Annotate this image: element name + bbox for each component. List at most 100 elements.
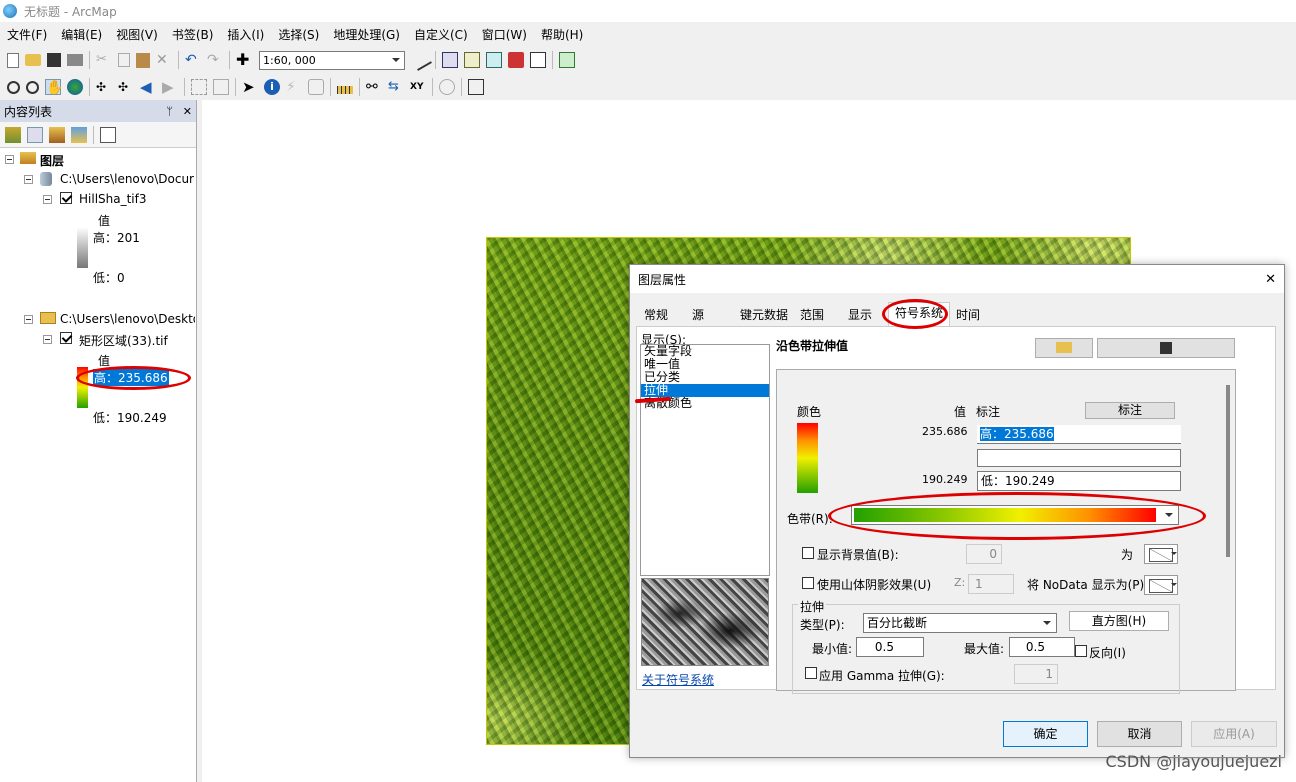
expander-source-1[interactable] (24, 175, 33, 184)
copy-icon[interactable] (118, 53, 130, 67)
expander-layer-rect[interactable] (43, 335, 52, 344)
menu-selection[interactable]: 选择(S) (271, 26, 326, 43)
table-of-contents-icon[interactable] (442, 52, 458, 68)
redo-icon[interactable]: ↷ (207, 52, 223, 68)
layers-root[interactable]: 图层 (40, 152, 64, 169)
menu-insert[interactable]: 插入(I) (220, 26, 271, 43)
create-viewer-window-icon[interactable] (468, 79, 484, 95)
open-folder-icon[interactable] (25, 54, 41, 66)
expander-layers[interactable] (5, 155, 14, 164)
histogram-button[interactable]: 直方图(H) (1069, 611, 1169, 631)
select-features-icon[interactable] (191, 79, 207, 95)
catalog-window-icon[interactable] (464, 52, 480, 68)
about-symbology-link[interactable]: 关于符号系统 (642, 671, 714, 688)
zoom-out-icon[interactable] (26, 80, 39, 94)
tab-general[interactable]: 常规 (640, 305, 673, 325)
source-path-2[interactable]: C:\Users\lenovo\Deskto (60, 312, 195, 326)
dialog-close-icon[interactable]: ✕ (1265, 272, 1276, 287)
list-by-visibility-icon[interactable] (49, 126, 65, 143)
menu-customize[interactable]: 自定义(C) (407, 26, 475, 43)
label-button[interactable]: 标注 (1085, 402, 1175, 419)
arctoolbox-icon[interactable] (508, 52, 524, 68)
list-by-drawing-order-icon[interactable] (5, 126, 21, 143)
go-to-xy-icon[interactable]: XY (410, 79, 426, 95)
import-button[interactable] (1035, 338, 1093, 358)
tab-time[interactable]: 时间 (952, 305, 985, 325)
stretch-type-dropdown[interactable]: 百分比截断 (863, 613, 1057, 633)
menu-file[interactable]: 文件(F) (0, 26, 54, 43)
menu-windows[interactable]: 窗口(W) (475, 26, 534, 43)
editor-toolbar-icon[interactable] (410, 49, 432, 71)
menu-geoprocessing[interactable]: 地理处理(G) (326, 26, 407, 43)
cut-icon[interactable]: ✂ (96, 52, 112, 68)
save-style-button[interactable] (1097, 338, 1235, 358)
ok-button[interactable]: 确定 (1003, 721, 1088, 747)
menu-help[interactable]: 帮助(H) (534, 26, 590, 43)
middle-label-input[interactable] (977, 449, 1181, 467)
high-label-input[interactable]: 高：235.686 (977, 425, 1181, 444)
measure-icon[interactable] (337, 86, 353, 94)
chevron-down-icon[interactable] (1171, 552, 1177, 558)
toc-options-icon[interactable] (100, 126, 116, 143)
layer-name-hillshade[interactable]: HillSha_tif3 (79, 192, 147, 206)
back-arrow-icon[interactable]: ◀ (140, 79, 156, 95)
menu-view[interactable]: 视图(V) (109, 26, 165, 43)
zoom-in-icon[interactable] (7, 80, 20, 94)
undo-icon[interactable]: ↶ (185, 52, 201, 68)
time-slider-icon[interactable] (439, 79, 455, 95)
search-window-icon[interactable] (486, 52, 502, 68)
layer-name-rect[interactable]: 矩形区域(33).tif (79, 332, 168, 349)
find-binoculars-icon[interactable]: ⚯ (366, 79, 382, 95)
low-label-input[interactable]: 低：190.249 (977, 471, 1181, 491)
identify-icon[interactable]: i (264, 79, 280, 95)
visibility-checkbox-hillshade[interactable] (60, 192, 72, 204)
model-builder-icon[interactable] (559, 52, 575, 68)
menu-edit[interactable]: 编辑(E) (54, 26, 109, 43)
full-extent-icon[interactable] (67, 79, 83, 95)
html-popup-icon[interactable] (308, 79, 324, 95)
tab-extent[interactable]: 范围 (796, 305, 829, 325)
max-value-input[interactable]: 0.5 (1009, 637, 1075, 657)
clear-selection-icon[interactable] (213, 79, 229, 95)
invert-checkbox[interactable] (1075, 645, 1087, 657)
fixed-zoom-in-icon[interactable]: ✣ (96, 79, 112, 95)
select-elements-arrow-icon[interactable]: ➤ (242, 79, 258, 95)
cancel-button[interactable]: 取消 (1097, 721, 1182, 747)
save-icon[interactable] (47, 53, 61, 67)
menu-bookmarks[interactable]: 书签(B) (165, 26, 221, 43)
close-icon[interactable]: ✕ (183, 105, 192, 118)
panel-scrollbar[interactable] (1226, 385, 1230, 557)
gamma-value-input[interactable]: 1 (1014, 664, 1058, 684)
new-document-icon[interactable] (7, 52, 19, 68)
expander-source-2[interactable] (24, 315, 33, 324)
min-value-input[interactable]: 0.5 (856, 637, 924, 657)
apply-button[interactable]: 应用(A) (1191, 721, 1277, 747)
hillshade-checkbox[interactable] (802, 577, 814, 589)
gamma-checkbox[interactable] (805, 667, 817, 679)
renderer-list[interactable]: 矢量字段 唯一值 已分类 拉伸 离散颜色 (640, 344, 770, 576)
expander-layer-hillshade[interactable] (43, 195, 52, 204)
add-data-icon[interactable]: ✚ (236, 52, 252, 68)
tab-source[interactable]: 源 (688, 305, 709, 325)
list-by-source-icon[interactable] (27, 126, 43, 143)
z-factor-input[interactable]: 1 (968, 574, 1014, 594)
chevron-down-icon[interactable] (1171, 583, 1177, 589)
source-path-1[interactable]: C:\Users\lenovo\Docur (60, 172, 195, 186)
fixed-zoom-out-icon[interactable]: ✣ (118, 79, 134, 95)
show-background-checkbox[interactable] (802, 547, 814, 559)
find-route-icon[interactable]: ⇆ (388, 79, 404, 95)
map-scale-dropdown[interactable]: 1:60, 000 (259, 50, 405, 70)
list-by-selection-icon[interactable] (71, 126, 87, 143)
forward-arrow-icon[interactable]: ▶ (162, 79, 178, 95)
pan-hand-icon[interactable]: ✋ (45, 79, 63, 96)
background-value-input[interactable]: 0 (966, 544, 1002, 564)
visibility-checkbox-rect[interactable] (60, 332, 72, 344)
delete-icon[interactable]: ✕ (156, 52, 172, 68)
python-window-icon[interactable] (530, 52, 546, 68)
print-icon[interactable] (67, 54, 83, 66)
tab-display[interactable]: 显示 (844, 305, 877, 325)
pin-icon[interactable]: ᛘ (166, 105, 173, 118)
tab-key-metadata[interactable]: 键元数据 (736, 305, 793, 325)
hyperlink-icon[interactable]: ⚡ (286, 79, 302, 95)
paste-icon[interactable] (136, 52, 150, 68)
